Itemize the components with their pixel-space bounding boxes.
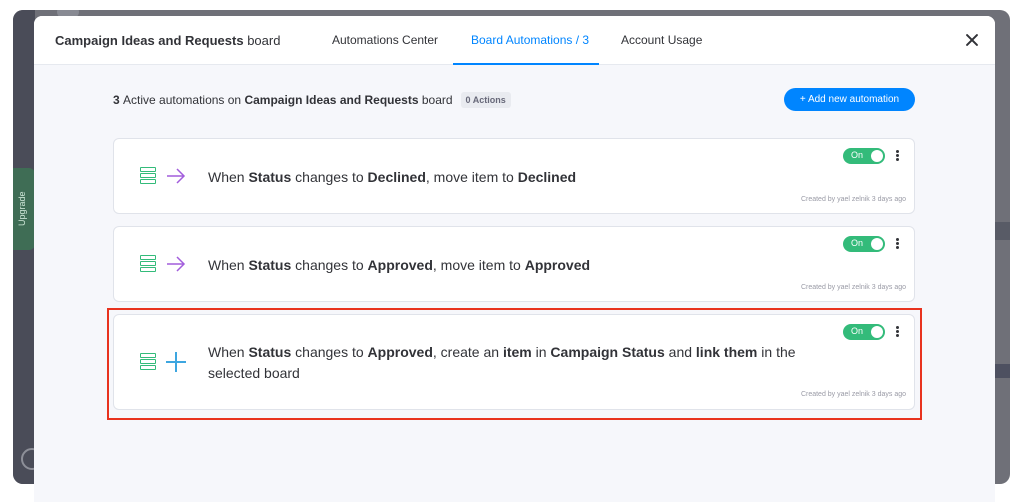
actions-badge: 0 Actions [460, 92, 511, 108]
sentence-keyword: Approved [367, 257, 433, 273]
summary-board-name: Campaign Ideas and Requests [244, 93, 419, 107]
more-options-icon[interactable] [895, 148, 901, 164]
active-tab-indicator [453, 63, 599, 65]
modal-header: Campaign Ideas and Requests board Automa… [34, 16, 995, 65]
modal-title: Campaign Ideas and Requests board [55, 33, 280, 48]
board-suffix: board [247, 33, 281, 48]
sentence-text: changes to [291, 257, 368, 273]
tab-board-automations[interactable]: Board Automations / 3 [471, 33, 589, 47]
sentence-keyword: Status [248, 169, 292, 185]
upgrade-label: Upgrade [17, 191, 27, 226]
upgrade-tab[interactable]: Upgrade [13, 168, 35, 250]
summary-suffix: board [421, 93, 453, 107]
toggle-label: On [851, 150, 864, 160]
list-icon [140, 167, 156, 185]
add-new-automation-button[interactable]: + Add new automation [784, 88, 915, 111]
toggle-knob [871, 150, 883, 162]
automations-modal: Campaign Ideas and Requests board Automa… [34, 16, 995, 502]
highlight-box [107, 308, 922, 420]
toggle-knob [871, 238, 883, 250]
sentence-keyword: Status [248, 257, 292, 273]
sentence-text: , move item to [425, 169, 518, 185]
created-by-text: Created by yael zelnik 3 days ago [800, 284, 906, 291]
created-by-text: Created by yael zelnik 3 days ago [800, 196, 906, 203]
recipe-icons [140, 253, 190, 277]
automation-sentence: When Status changes to Declined, move it… [208, 167, 576, 188]
toggle-label: On [851, 238, 864, 248]
sentence-text: changes to [291, 169, 368, 185]
automation-card[interactable]: When Status changes to Declined, move it… [113, 138, 915, 214]
arrow-right-icon [167, 168, 186, 184]
summary-text: Active automations on [123, 93, 242, 107]
close-icon[interactable] [963, 31, 981, 49]
sentence-keyword: Approved [524, 257, 591, 273]
automation-card[interactable]: When Status changes to Approved, move it… [113, 226, 915, 302]
automations-summary: 3 Active automations on Campaign Ideas a… [113, 92, 511, 108]
sentence-keyword: Declined [367, 169, 426, 185]
automation-toggle[interactable]: On [843, 148, 885, 164]
tab-account-usage[interactable]: Account Usage [621, 33, 702, 47]
sentence-text: When [208, 169, 249, 185]
more-options-icon[interactable] [895, 236, 901, 252]
arrow-right-icon [167, 256, 186, 272]
active-count: 3 [113, 93, 120, 107]
sentence-text: When [208, 257, 249, 273]
list-icon [140, 255, 156, 273]
automation-toggle[interactable]: On [843, 236, 885, 252]
board-name: Campaign Ideas and Requests [55, 33, 244, 48]
recipe-icons [140, 165, 190, 189]
sentence-text: , move item to [432, 257, 525, 273]
automation-sentence: When Status changes to Approved, move it… [208, 255, 590, 276]
screenshot-frame: Upgrade Campaign Ideas and Requests boar… [0, 0, 1024, 502]
sentence-keyword: Declined [517, 169, 577, 185]
tab-automations-center[interactable]: Automations Center [332, 33, 438, 47]
